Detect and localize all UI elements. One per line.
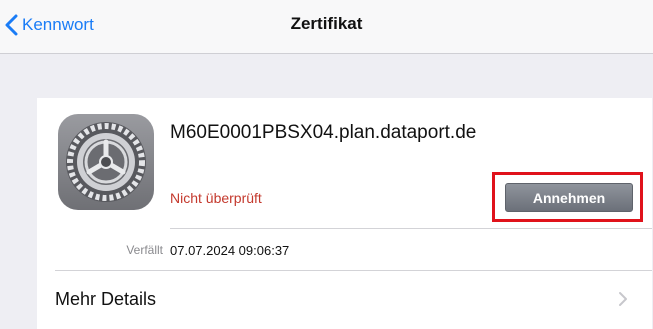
verification-status: Nicht überprüft: [170, 190, 262, 206]
chevron-right-icon: [619, 292, 627, 306]
navigation-bar: Kennwort Zertifikat: [0, 0, 653, 54]
settings-gear-icon: [58, 114, 154, 210]
page-title: Zertifikat: [290, 14, 363, 33]
expires-value: 07.07.2024 09:06:37: [170, 243, 290, 258]
expires-label: Verfällt: [126, 243, 163, 257]
more-details-row[interactable]: Mehr Details: [37, 271, 652, 329]
accept-button[interactable]: Annehmen: [505, 183, 633, 212]
more-details-label: Mehr Details: [55, 289, 157, 309]
certificate-name: M60E0001PBSX04.plan.dataport.de: [170, 122, 477, 143]
divider: [170, 228, 652, 229]
